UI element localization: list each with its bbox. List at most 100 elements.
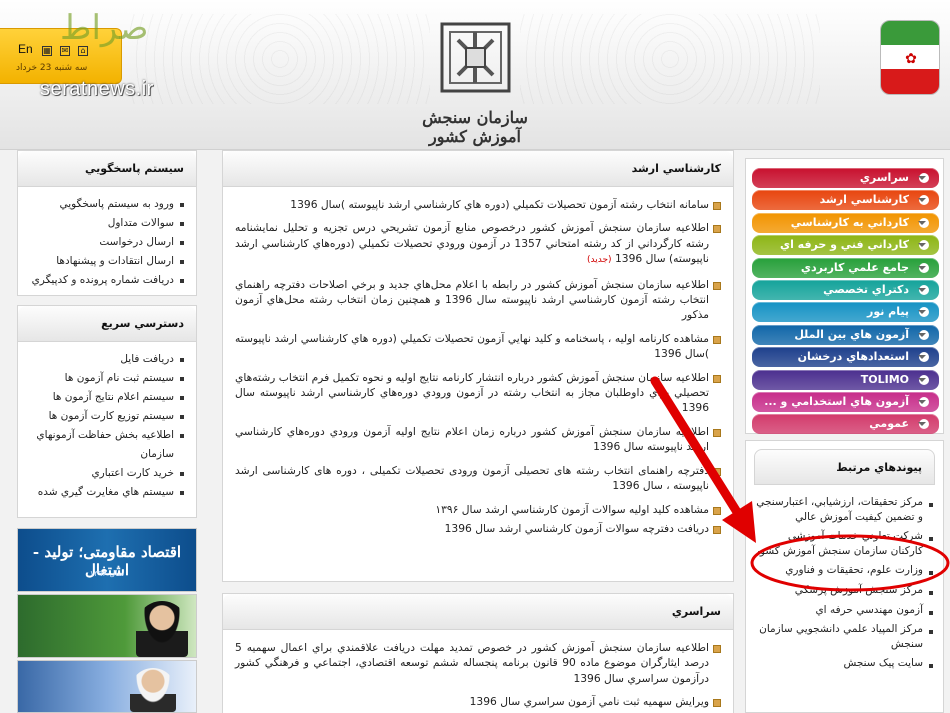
category-label: عمومي (869, 417, 909, 431)
president-banner[interactable] (17, 660, 197, 713)
news-item[interactable]: اطلاعيه سازمان سنجش آموزش كشور درباره ان… (235, 370, 721, 416)
category-label: كارشناسي ارشد (819, 193, 909, 207)
category-label: آزمون هاي استخدامي و ... (764, 394, 909, 408)
related-links-title: پيوندهاي مرتبط (754, 449, 935, 485)
quick-access-title: دسترسي سريع (18, 306, 196, 342)
related-link[interactable]: مركز سنجش آموزش پزشكي (754, 583, 933, 598)
economy-banner[interactable]: اقتصاد مقاومتی؛ تولید - اشتغال سال ۱۳۹۶ (17, 528, 197, 592)
category-sarasari[interactable]: سراسري (752, 168, 939, 188)
category-label: پيام نور (866, 305, 909, 319)
related-link[interactable]: شركت تعاوني خدمات آموزشي كاركنان سازمان … (754, 529, 933, 558)
quick-item[interactable]: سيستم اعلام نتايج آزمون ها (26, 388, 184, 407)
category-label: جامع علمي كاربردي (800, 260, 909, 274)
flag-emblem-icon: ✿ (905, 51, 917, 67)
category-general[interactable]: عمومي (752, 414, 939, 435)
masters-panel: كارشناسي ارشد سامانه انتخاب رشته آزمون ت… (222, 150, 734, 582)
related-link[interactable]: مركز تحقيقات، ارزشيابي، اعتبارسنجي و تضم… (754, 495, 933, 524)
news-item[interactable]: مشاهده كليد اوليه سوالات آزمون كارشناسي … (235, 502, 721, 517)
related-links-panel: پيوندهاي مرتبط مركز تحقيقات، ارزشيابي، ا… (745, 440, 944, 713)
category-label: دكتراي تخصصي (823, 282, 909, 296)
news-item[interactable]: سامانه انتخاب رشته آزمون تحصيلات تكميلي … (235, 197, 721, 212)
category-label: آزمون هاي بين الملل (794, 327, 909, 341)
site-header: En ▦ ✉ ⌂ سه شنبه 23 خرداد صراط seratnews.i… (0, 0, 950, 150)
support-item[interactable]: ارسال انتقادات و پيشنهادها (26, 252, 184, 271)
news-item-text: مشاهده كليد اوليه سوالات آزمون كارشناسي … (435, 502, 709, 516)
category-employment[interactable]: آزمون هاي استخدامي و ... (752, 391, 939, 412)
masters-news-list: سامانه انتخاب رشته آزمون تحصيلات تكميلي … (223, 187, 733, 546)
news-item-text: مشاهده كارنامه اوليه ، پاسخنامه و كليد ن… (235, 331, 709, 361)
category-label: TOLIMO (860, 372, 909, 386)
news-item[interactable]: ويرايش سهميه ثبت نامي آزمون سراسري سال 1… (235, 694, 721, 709)
economy-banner-sub: سال ۱۳۹۶ (89, 569, 125, 578)
news-item-text: اطلاعيه سازمان سنجش آموزش كشور در خصوص ت… (235, 641, 709, 685)
category-tolimo[interactable]: TOLIMO (752, 369, 939, 390)
watermark-logo: صراط (60, 8, 149, 48)
support-item[interactable]: سوالات متداول (26, 214, 184, 233)
news-item[interactable]: دفترچه راهنماى انتخاب رشته هاى تحصيلى آز… (235, 463, 721, 494)
president-portrait (130, 668, 176, 712)
support-item[interactable]: ورود به سيستم پاسخگويي (26, 195, 184, 214)
sarasari-news-list: اطلاعيه سازمان سنجش آموزش كشور در خصوص ت… (223, 630, 733, 713)
category-label: سراسري (859, 171, 909, 184)
sitemap-icon[interactable]: ▦ (42, 46, 52, 56)
news-item[interactable]: اطلاعيه سازمان سنجش آموزش كشور در خصوص ت… (235, 640, 721, 686)
quick-item[interactable]: سيستم توزيع كارت آزمون ها (26, 407, 184, 426)
support-panel: سيستم پاسخگويي ورود به سيستم پاسخگويي سو… (17, 150, 197, 296)
news-item-text: اطلاعيه سازمان سنجش آموزش كشور درخصوص من… (235, 221, 709, 266)
quick-item[interactable]: خريد كارت اعتباري (26, 464, 184, 483)
category-arshad[interactable]: كارشناسي ارشد (752, 190, 939, 211)
news-item-text: ويرايش سهميه ثبت نامي آزمون سراسري سال 1… (469, 695, 709, 709)
news-item-text: دريافت دفترچه سوالات آزمون كارشناسي ارشد… (444, 521, 709, 535)
english-link[interactable]: En (18, 42, 33, 56)
leader-portrait (136, 601, 188, 657)
category-label: كارداني به كارشناسي (790, 215, 909, 229)
related-link[interactable]: مركز المپياد علمي دانشجويي سازمان سنجش (754, 622, 933, 651)
news-item[interactable]: دريافت دفترچه سوالات آزمون كارشناسي ارشد… (235, 521, 721, 536)
news-item[interactable]: اطلاعيه سازمان سنجش آموزش كشور درباره زم… (235, 424, 721, 455)
related-links-list: مركز تحقيقات، ارزشيابي، اعتبارسنجي و تضم… (746, 495, 945, 682)
support-title: سيستم پاسخگويي (18, 151, 196, 187)
category-kardani-karshenasi[interactable]: كارداني به كارشناسي (752, 212, 939, 233)
category-elmi-karbordi[interactable]: جامع علمي كاربردي (752, 257, 939, 278)
masters-title: كارشناسي ارشد (223, 151, 733, 187)
organization-name: سازمان سنجش آموزش کشور (422, 108, 528, 146)
quick-item[interactable]: سيستم هاي مغايرت گيري شده (26, 483, 184, 502)
quick-access-panel: دسترسي سريع دريافت فايل سيستم ثبت نام آز… (17, 305, 197, 518)
quick-item[interactable]: دريافت فايل (26, 350, 184, 369)
category-doctora[interactable]: دكتراي تخصصي (752, 279, 939, 300)
related-link[interactable]: وزارت علوم، تحقيقات و فناوري (754, 563, 933, 578)
header-ornament-left (130, 14, 430, 104)
leader-banner[interactable] (17, 594, 197, 658)
support-list: ورود به سيستم پاسخگويي سوالات متداول ارس… (18, 187, 196, 296)
quick-access-list: دريافت فايل سيستم ثبت نام آزمون ها سيستم… (18, 342, 196, 508)
iran-flag: ✿ (880, 20, 940, 95)
related-links-inner: پيوندهاي مرتبط (754, 449, 935, 485)
exam-categories: سراسري كارشناسي ارشد كارداني به كارشناسي… (752, 168, 939, 437)
news-item-text: دفترچه راهنماى انتخاب رشته هاى تحصيلى آز… (235, 463, 709, 493)
sarasari-title: سراسري (223, 594, 733, 630)
current-date: سه شنبه 23 خرداد (16, 63, 88, 73)
support-item[interactable]: ارسال درخواست (26, 233, 184, 252)
news-item-text: اطلاعيه سازمان سنجش آموزش كشور درباره زم… (235, 424, 709, 454)
related-link[interactable]: سايت پيک سنجش (754, 656, 933, 671)
new-badge: (جديد) (587, 255, 612, 266)
sarasari-panel: سراسري اطلاعيه سازمان سنجش آموزش كشور در… (222, 593, 734, 713)
news-item[interactable]: مشاهده كارنامه اوليه ، پاسخنامه و كليد ن… (235, 331, 721, 362)
watermark-text: seratnews.ir (40, 78, 154, 100)
news-item-text: اطلاعيه سازمان سنجش آموزش كشور درباره ان… (235, 370, 709, 415)
news-item[interactable]: اطلاعيه سازمان سنجش آموزش كشور درخصوص من… (235, 220, 721, 268)
category-fani-herfeei[interactable]: كارداني فني و حرفه اي (752, 235, 939, 256)
header-ornament-right (520, 14, 820, 104)
support-item[interactable]: دريافت شماره پرونده و كدپيگري (26, 271, 184, 290)
related-link[interactable]: آزمون مهندسي حرفه اي (754, 603, 933, 618)
news-item-text: اطلاعيه سازمان سنجش آموزش كشور در رابطه … (235, 277, 709, 322)
news-item[interactable]: اطلاعيه سازمان سنجش آموزش كشور در رابطه … (235, 277, 721, 323)
category-payam-noor[interactable]: پيام نور (752, 302, 939, 323)
category-talented[interactable]: استعدادهاي درخشان (752, 347, 939, 368)
category-label: كارداني فني و حرفه اي (779, 238, 909, 252)
quick-item[interactable]: اطلاعيه بخش حفاظت آزمونهاي سازمان (26, 426, 184, 464)
quick-item[interactable]: سيستم ثبت نام آزمون ها (26, 369, 184, 388)
category-label: استعدادهاي درخشان (797, 350, 909, 364)
sanjesh-logo-icon[interactable] (438, 20, 513, 95)
category-international[interactable]: آزمون هاي بين الملل (752, 324, 939, 345)
